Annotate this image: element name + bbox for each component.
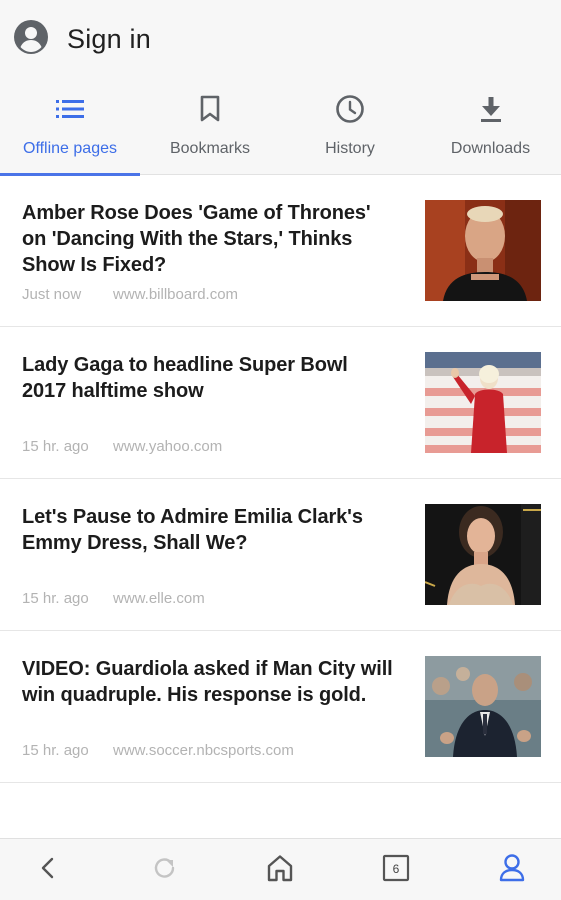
sign-in-label: Sign in <box>67 23 151 54</box>
article-thumbnail <box>425 352 541 453</box>
home-button[interactable] <box>260 853 300 887</box>
article-source: www.soccer.nbcsports.com <box>113 742 294 759</box>
article-meta: 15 hr. ago www.yahoo.com <box>22 438 222 455</box>
library-tabs: Offline pages Bookmarks History Download… <box>0 88 561 176</box>
tab-history-label: History <box>325 140 375 157</box>
clock-icon <box>335 94 365 124</box>
tab-downloads[interactable]: Downloads <box>420 88 561 175</box>
tabs-button[interactable]: 6 <box>376 853 416 887</box>
refresh-icon <box>152 855 178 886</box>
tab-offline-pages-label: Offline pages <box>23 140 117 157</box>
article-source: www.elle.com <box>113 590 205 607</box>
account-icon <box>14 19 48 59</box>
article-time: Just now <box>22 286 82 303</box>
tab-bookmarks[interactable]: Bookmarks <box>140 88 280 175</box>
article-title: Let's Pause to Admire Emilia Clark's Emm… <box>22 506 363 554</box>
article-source: www.yahoo.com <box>113 438 223 455</box>
back-button[interactable] <box>28 853 68 887</box>
article-title: Amber Rose Does 'Game of Thrones' on 'Da… <box>22 202 371 276</box>
tab-count: 6 <box>393 862 400 876</box>
article-title: VIDEO: Guardiola asked if Man City will … <box>22 658 393 706</box>
article-meta: 15 hr. ago www.elle.com <box>22 590 205 607</box>
bottom-toolbar: 6 <box>0 838 561 900</box>
tab-offline-pages[interactable]: Offline pages <box>0 88 140 176</box>
article-item[interactable]: Lady Gaga to headline Super Bowl 2017 ha… <box>0 327 561 479</box>
article-item[interactable]: VIDEO: Guardiola asked if Man City will … <box>0 631 561 783</box>
article-thumbnail <box>425 504 541 605</box>
article-item[interactable]: Let's Pause to Admire Emilia Clark's Emm… <box>0 479 561 631</box>
profile-icon <box>498 853 526 888</box>
download-icon <box>476 94 506 124</box>
bookmark-icon <box>195 94 225 124</box>
profile-button[interactable] <box>492 853 532 887</box>
article-thumbnail <box>425 656 541 757</box>
article-thumbnail <box>425 200 541 301</box>
tab-downloads-label: Downloads <box>450 140 531 157</box>
tab-history[interactable]: History <box>280 88 420 175</box>
sign-in-button[interactable]: Sign in <box>14 19 151 59</box>
article-time: 15 hr. ago <box>22 438 89 455</box>
article-title: Lady Gaga to headline Super Bowl 2017 ha… <box>22 354 348 402</box>
home-icon <box>265 853 295 888</box>
back-icon <box>38 856 58 885</box>
top-panel: Sign in Offline pages Bookmarks History … <box>0 0 561 176</box>
article-item[interactable]: Amber Rose Does 'Game of Thrones' on 'Da… <box>0 175 561 327</box>
article-time: 15 hr. ago <box>22 590 89 607</box>
refresh-button[interactable] <box>145 853 185 887</box>
list-icon <box>55 94 85 124</box>
tabs-icon: 6 <box>382 854 410 887</box>
article-meta: 15 hr. ago www.soccer.nbcsports.com <box>22 742 294 759</box>
article-source: www.billboard.com <box>113 286 239 303</box>
offline-pages-list: Amber Rose Does 'Game of Thrones' on 'Da… <box>0 175 561 783</box>
article-meta: Just now www.billboard.com <box>22 286 238 303</box>
tab-bookmarks-label: Bookmarks <box>169 140 251 157</box>
article-time: 15 hr. ago <box>22 742 89 759</box>
